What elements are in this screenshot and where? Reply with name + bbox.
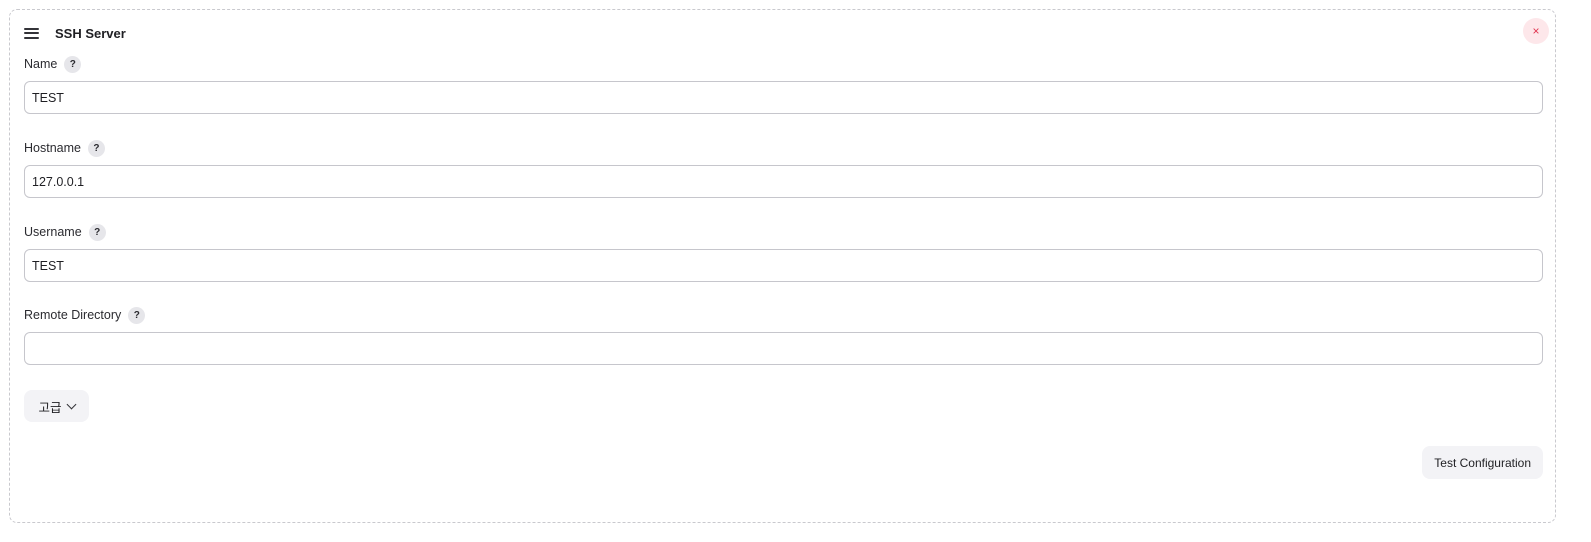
remote-directory-input[interactable] xyxy=(24,332,1543,365)
hamburger-icon[interactable] xyxy=(24,22,40,44)
username-label: Username xyxy=(24,225,82,239)
name-label: Name xyxy=(24,57,58,71)
chevron-down-icon xyxy=(66,399,76,409)
remote-directory-field-group: Remote Directory ? xyxy=(24,305,1544,365)
advanced-label: 고급 xyxy=(38,400,62,415)
advanced-button[interactable]: 고급 xyxy=(24,390,89,422)
hostname-label: Hostname xyxy=(24,141,81,155)
name-field-group: Name ? xyxy=(24,54,1544,114)
panel-header: SSH Server xyxy=(24,22,126,44)
help-icon[interactable]: ? xyxy=(128,306,146,324)
name-input[interactable] xyxy=(24,81,1543,114)
help-icon[interactable]: ? xyxy=(87,139,105,157)
panel-title: SSH Server xyxy=(55,25,126,41)
hostname-field-group: Hostname ? xyxy=(24,138,1544,198)
ssh-server-panel: SSH Server × Name ? Hostname ? Username … xyxy=(9,9,1556,523)
close-button[interactable]: × xyxy=(1523,18,1549,44)
username-field-group: Username ? xyxy=(24,222,1544,282)
hostname-input[interactable] xyxy=(24,165,1543,198)
help-icon[interactable]: ? xyxy=(88,223,106,241)
remote-directory-label: Remote Directory xyxy=(24,308,122,322)
username-input[interactable] xyxy=(24,249,1543,282)
close-icon: × xyxy=(1532,24,1540,38)
test-configuration-button[interactable]: Test Configuration xyxy=(1422,446,1543,479)
help-icon[interactable]: ? xyxy=(64,55,82,73)
